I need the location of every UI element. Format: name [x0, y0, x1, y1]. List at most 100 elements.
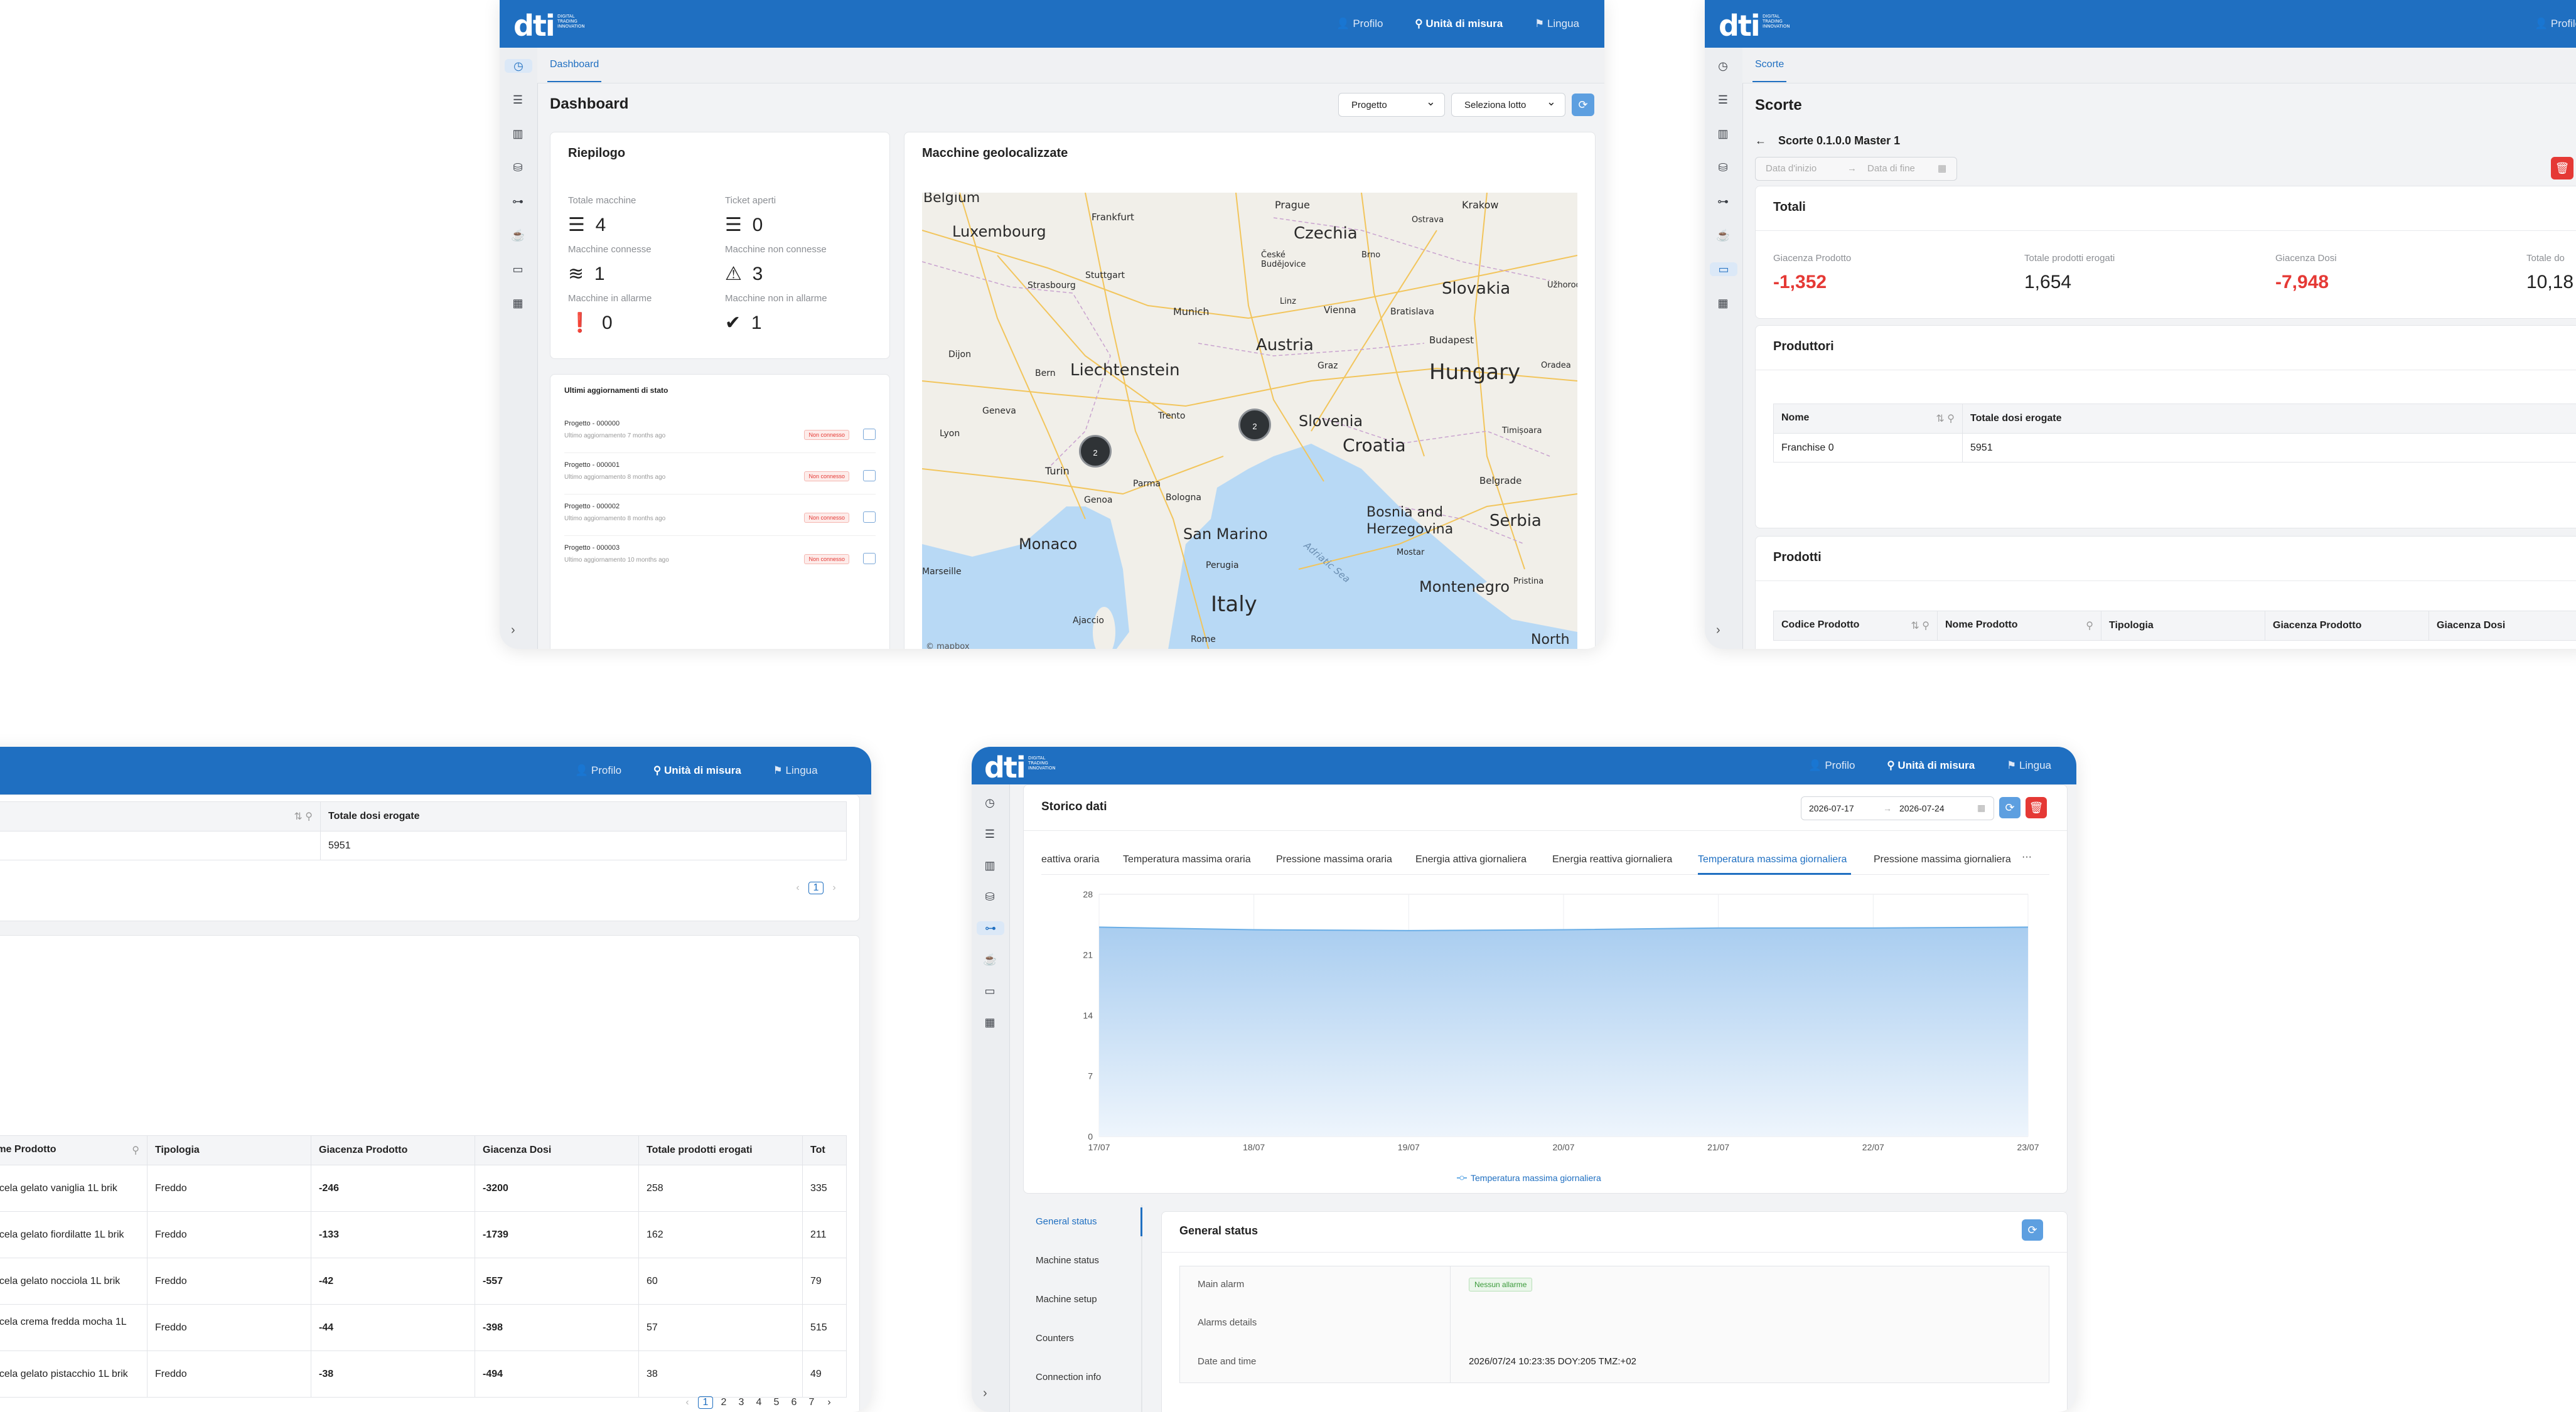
- more-tabs-icon[interactable]: ···: [2022, 852, 2032, 863]
- table-row[interactable]: 5951: [0, 832, 847, 860]
- refresh-button[interactable]: ⟳: [1572, 94, 1594, 116]
- table-row[interactable]: Miscela gelato vaniglia 1L brikFreddo-24…: [0, 1165, 847, 1212]
- database-icon[interactable]: ⛁: [1716, 161, 1730, 174]
- delete-button[interactable]: 🗑: [2551, 157, 2573, 179]
- nav-profilo[interactable]: 👤 Profilo: [575, 764, 621, 776]
- nav-lingua[interactable]: ⚑ Lingua: [1535, 18, 1579, 29]
- page-button[interactable]: 2: [717, 1397, 731, 1408]
- project-select[interactable]: Progetto: [1338, 93, 1445, 117]
- nav-lingua[interactable]: ⚑ Lingua: [2007, 759, 2051, 771]
- column-header-tipologia[interactable]: Tipologia: [2101, 611, 2265, 641]
- column-header-tipologia[interactable]: Tipologia: [148, 1136, 311, 1165]
- tab-energia-reattiva-oraria[interactable]: eattiva oraria: [1041, 854, 1100, 865]
- side-tab-connection-info[interactable]: Connection info: [1036, 1372, 1101, 1383]
- page-button[interactable]: 5: [770, 1397, 783, 1408]
- coffee-icon[interactable]: ☕: [1716, 228, 1730, 242]
- dashboard-icon[interactable]: ◷: [1716, 59, 1730, 73]
- dashboard-icon[interactable]: ◷: [505, 59, 532, 73]
- refresh-button[interactable]: ⟳: [1999, 797, 2021, 818]
- nav-unita-di-misura[interactable]: ⚲ Unità di misura: [653, 764, 741, 776]
- update-row[interactable]: Progetto - 000003Ultimo aggiornamento 10…: [564, 538, 876, 577]
- collapse-icon[interactable]: ›: [983, 1386, 987, 1401]
- nav-lingua[interactable]: ⚑ Lingua: [773, 764, 818, 776]
- page-button[interactable]: 6: [787, 1397, 801, 1408]
- update-row[interactable]: Progetto - 000001Ultimo aggiornamento 8 …: [564, 455, 876, 495]
- collapse-icon[interactable]: ›: [511, 623, 515, 638]
- details-icon[interactable]: [863, 553, 876, 564]
- details-icon[interactable]: [863, 429, 876, 440]
- nav-profilo[interactable]: 👤 Profilo: [1808, 759, 1855, 771]
- prev-page-icon[interactable]: ‹: [680, 1397, 694, 1408]
- nav-profilo[interactable]: 👤 Profilo: [2535, 18, 2576, 29]
- database-icon[interactable]: ⛁: [983, 890, 997, 904]
- next-page-icon[interactable]: ›: [827, 882, 841, 894]
- nav-unita-di-misura[interactable]: ⚲ Unità di misura: [1887, 759, 1975, 771]
- column-header-nome[interactable]: ⇅ ⚲: [0, 802, 321, 832]
- refresh-button[interactable]: ⟳: [2022, 1219, 2043, 1241]
- table-row[interactable]: Miscela crema fredda mocha 1L brikFreddo…: [0, 1305, 847, 1351]
- map-cluster-marker[interactable]: 2: [1238, 409, 1271, 441]
- date-range-picker[interactable]: Data d'inizio → Data di fine ▦: [1755, 157, 1957, 181]
- building-icon[interactable]: ▥: [983, 858, 997, 872]
- update-row[interactable]: Progetto - 000000Ultimo aggiornamento 7 …: [564, 414, 876, 453]
- details-icon[interactable]: [863, 470, 876, 481]
- delete-button[interactable]: 🗑: [2026, 797, 2047, 818]
- lot-select[interactable]: Seleziona lotto: [1451, 93, 1565, 117]
- column-header-giacenza-prodotto[interactable]: Giacenza Prodotto: [311, 1136, 475, 1165]
- back-button[interactable]: ← Scorte 0.1.0.0 Master 1: [1755, 134, 1900, 147]
- tab-energia-attiva-giornaliera[interactable]: Energia attiva giornaliera: [1415, 854, 1527, 865]
- network-icon[interactable]: ⊶: [1716, 195, 1730, 208]
- tab-pressione-massima-giornaliera[interactable]: Pressione massima giornaliera: [1874, 854, 2011, 865]
- next-page-icon[interactable]: ›: [822, 1397, 836, 1408]
- nav-profilo[interactable]: 👤 Profilo: [1336, 18, 1383, 29]
- tab-temperatura-massima-giornaliera[interactable]: Temperatura massima giornaliera: [1698, 854, 1847, 865]
- column-header-nome-prodotto[interactable]: Nome Prodotto⚲: [0, 1136, 148, 1165]
- list-icon[interactable]: ☰: [983, 827, 997, 841]
- list-icon[interactable]: ☰: [1716, 93, 1730, 107]
- column-header-giacenza-dosi[interactable]: Giacenza Dosi: [2429, 611, 2576, 641]
- map-cluster-marker[interactable]: 2: [1079, 435, 1112, 468]
- page-button[interactable]: 1: [808, 882, 824, 894]
- coffee-icon[interactable]: ☕: [983, 953, 997, 966]
- database-icon[interactable]: ⛁: [511, 161, 525, 174]
- tab-energia-reattiva-giornaliera[interactable]: Energia reattiva giornaliera: [1552, 854, 1672, 865]
- prev-page-icon[interactable]: ‹: [791, 882, 805, 894]
- list-icon[interactable]: ☰: [511, 93, 525, 107]
- table-row[interactable]: Miscela gelato nocciola 1L brikFreddo-42…: [0, 1258, 847, 1305]
- network-icon[interactable]: ⊶: [977, 921, 1004, 935]
- nav-unita-di-misura[interactable]: ⚲ Unità di misura: [1415, 18, 1503, 29]
- column-header-totale-prodotti[interactable]: Totale prodotti erogati: [639, 1136, 803, 1165]
- tab-pressione-massima-oraria[interactable]: Pressione massima oraria: [1276, 854, 1392, 865]
- coffee-icon[interactable]: ☕: [511, 228, 525, 242]
- inbox-icon[interactable]: ▭: [511, 262, 525, 276]
- breadcrumb-dashboard[interactable]: Dashboard: [550, 59, 599, 70]
- inbox-icon[interactable]: ▭: [983, 984, 997, 998]
- calendar-icon[interactable]: ▦: [511, 296, 525, 310]
- column-header-nome-prodotto[interactable]: Nome Prodotto⚲: [1938, 611, 2101, 641]
- page-button[interactable]: 7: [805, 1397, 818, 1408]
- page-button[interactable]: 4: [752, 1397, 766, 1408]
- calendar-icon[interactable]: ▦: [1716, 296, 1730, 310]
- history-date-range[interactable]: 2026-07-17 → 2026-07-24 ▦: [1801, 796, 1994, 820]
- column-header-tot[interactable]: Tot: [803, 1136, 847, 1165]
- table-row[interactable]: Franchise 05951: [1774, 434, 2576, 463]
- side-tab-counters[interactable]: Counters: [1036, 1333, 1074, 1344]
- update-row[interactable]: Progetto - 000002Ultimo aggiornamento 8 …: [564, 496, 876, 536]
- details-icon[interactable]: [863, 511, 876, 523]
- column-header-codice[interactable]: Codice Prodotto⇅ ⚲: [1774, 611, 1938, 641]
- tab-temperatura-massima-oraria[interactable]: Temperatura massima oraria: [1123, 854, 1251, 865]
- column-header-totale-dosi[interactable]: Totale dosi erogate: [321, 802, 847, 832]
- side-tab-machine-status[interactable]: Machine status: [1036, 1255, 1099, 1266]
- column-header-giacenza-dosi[interactable]: Giacenza Dosi: [475, 1136, 639, 1165]
- breadcrumb-scorte[interactable]: Scorte: [1755, 59, 1784, 70]
- page-button[interactable]: 1: [698, 1396, 713, 1409]
- history-chart[interactable]: 0714212817/0718/0719/0720/0721/0722/0723…: [1024, 873, 2067, 1187]
- column-header-nome[interactable]: Nome⇅ ⚲: [1774, 404, 1963, 434]
- column-header-giacenza-prodotto[interactable]: Giacenza Prodotto: [2265, 611, 2429, 641]
- chart-legend[interactable]: Temperatura massima giornaliera: [1457, 1173, 1601, 1183]
- building-icon[interactable]: ▥: [1716, 127, 1730, 141]
- side-tab-machine-setup[interactable]: Machine setup: [1036, 1294, 1097, 1305]
- map-view[interactable]: Belgium Luxembourg Frankfurt Prague Czec…: [922, 193, 1577, 649]
- side-tab-general-status[interactable]: General status: [1036, 1216, 1097, 1227]
- building-icon[interactable]: ▥: [511, 127, 525, 141]
